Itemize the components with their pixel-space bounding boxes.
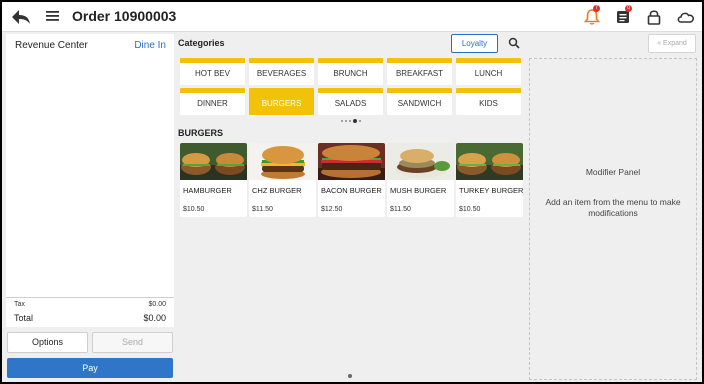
category-page-indicator[interactable] [339,119,369,123]
order-title: Order 10900003 [72,8,177,24]
cloud-icon[interactable] [676,8,696,26]
mushroom-burger-photo [387,143,454,180]
expand-label: Expand [663,40,687,47]
page-dot[interactable] [359,120,361,122]
category-tile-hot-bev[interactable]: HOT BEV [180,58,245,85]
page-dot[interactable] [341,120,343,122]
hamburger-photo [180,143,247,180]
cheeseburger-photo [249,143,316,180]
notification-badge: 7 [593,5,600,12]
modifier-panel-title: Modifier Panel [585,167,641,177]
menu-item-price: $11.50 [252,206,273,213]
category-tile-brunch[interactable]: BRUNCH [318,58,383,85]
menu-item-mush-burger[interactable]: MUSH BURGER $11.50 [387,143,454,217]
category-tile-kids[interactable]: KIDS [456,88,521,115]
options-button[interactable]: Options [7,332,88,353]
category-tile-breakfast[interactable]: BREAKFAST [387,58,452,85]
double-chevron-left-icon: « [657,40,662,47]
tickets-badge: 0 [625,5,632,12]
revenue-center-value[interactable]: Dine In [134,40,166,51]
category-tile-salads[interactable]: SALADS [318,88,383,115]
back-arrow-icon[interactable] [10,7,32,27]
menu-item-price: $12.50 [321,206,343,213]
menu-item-turkey-burger[interactable]: TURKEY BURGER $10.50 [456,143,523,217]
menu-item-price: $11.50 [390,206,411,213]
expand-button[interactable]: « Expand [648,34,696,53]
menu-item-name: TURKEY BURGER [459,186,523,195]
send-button[interactable]: Send [92,332,173,353]
menu-item-name: BACON BURGER [321,186,382,195]
menu-item-name: CHZ BURGER [252,186,302,195]
search-icon[interactable] [508,37,520,49]
loyalty-button[interactable]: Loyalty [451,34,498,53]
page-dot-current[interactable] [353,119,357,123]
pos-window: Order 10900003 7 0 Revenue Center Dine I… [2,2,702,382]
menu-item-chz-burger[interactable]: CHZ BURGER $11.50 [249,143,316,217]
menu-items-heading: BURGERS [178,128,224,138]
screen-page-indicator [348,374,352,378]
category-tile-burgers[interactable]: BURGERS [249,88,314,115]
total-value: $0.00 [143,313,166,323]
page-dot[interactable] [345,120,347,122]
tax-value: $0.00 [148,301,166,308]
bacon-burger-photo [318,143,385,180]
modifier-panel-description: Add an item from the menu to make modifi… [545,197,681,218]
category-tile-dinner[interactable]: DINNER [180,88,245,115]
category-tile-sandwich[interactable]: SANDWICH [387,88,452,115]
menu-item-price: $10.50 [183,206,205,213]
revenue-center-label: Revenue Center [15,40,88,51]
menu-item-bacon-burger[interactable]: BACON BURGER $12.50 [318,143,385,217]
turkey-burger-photo [456,143,523,180]
modifier-panel: Modifier Panel Add an item from the menu… [529,58,697,380]
total-label: Total [14,313,34,323]
pay-button[interactable]: Pay [7,358,173,378]
order-totals: Tax $0.00 Total $0.00 [6,297,174,327]
hamburger-menu-icon[interactable] [46,10,59,22]
page-dot[interactable] [349,120,351,122]
tax-label: Tax [14,301,25,308]
categories-heading: Categories [178,38,225,48]
order-panel: Revenue Center Dine In [6,34,174,300]
lock-icon[interactable] [645,8,663,26]
category-tile-lunch[interactable]: LUNCH [456,58,521,85]
top-bar: Order 10900003 7 0 [2,2,702,32]
menu-item-name: HAMBURGER [183,186,232,195]
category-tile-beverages[interactable]: BEVERAGES [249,58,314,85]
menu-item-hamburger[interactable]: HAMBURGER $10.50 [180,143,247,217]
menu-item-name: MUSH BURGER [390,186,447,195]
menu-item-price: $10.50 [459,206,481,213]
